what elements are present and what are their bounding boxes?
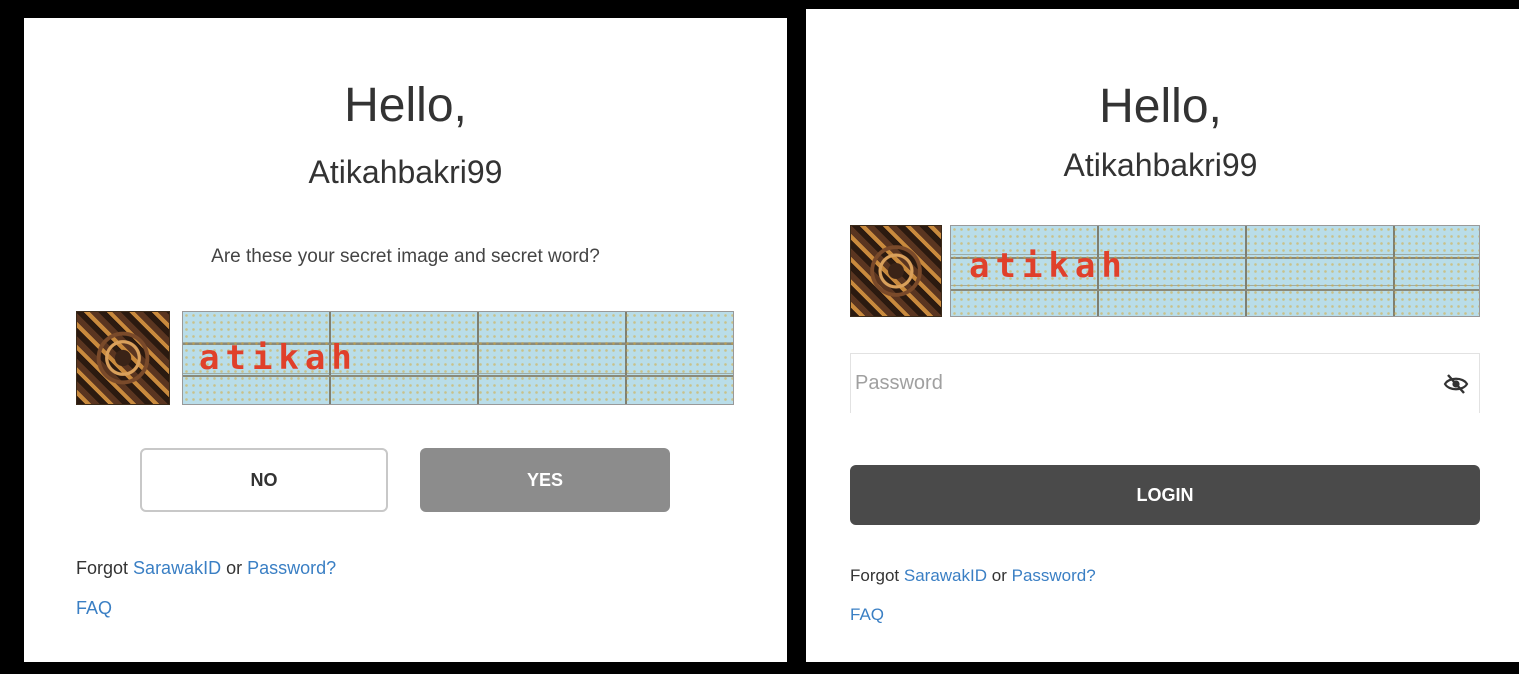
forgot-links: Forgot SarawakID or Password? [850, 566, 1096, 586]
forgot-or: or [226, 558, 243, 578]
yes-button[interactable]: YES [420, 448, 670, 512]
faq-link[interactable]: FAQ [850, 605, 884, 625]
no-button[interactable]: NO [140, 448, 388, 512]
forgot-password-link[interactable]: Password? [1012, 566, 1096, 585]
password-input[interactable] [851, 354, 1441, 413]
forgot-password-link[interactable]: Password? [247, 558, 336, 578]
secret-word-text: atikah [199, 338, 358, 378]
secret-image [850, 225, 942, 317]
username-label: Atikahbakri99 [308, 154, 503, 190]
greeting-heading: Hello, [344, 79, 467, 132]
secret-word-text: atikah [969, 246, 1128, 286]
forgot-links: Forgot SarawakID or Password? [76, 558, 336, 579]
secret-word-image: atikah [950, 225, 1480, 317]
password-login-panel: Hello, Atikahbakri99 atikah LOGIN Forgot… [806, 9, 1519, 662]
secret-word-image: atikah [182, 311, 734, 405]
password-field[interactable] [850, 353, 1480, 413]
eye-slash-icon[interactable] [1441, 369, 1471, 399]
forgot-sarawakid-link[interactable]: SarawakID [133, 558, 221, 578]
login-button[interactable]: LOGIN [850, 465, 1480, 525]
forgot-prefix: Forgot [850, 566, 900, 585]
greeting-heading: Hello, [1099, 80, 1222, 133]
faq-link[interactable]: FAQ [76, 598, 112, 619]
username-label: Atikahbakri99 [1063, 147, 1258, 183]
secret-question: Are these your secret image and secret w… [211, 246, 600, 267]
forgot-or: or [991, 566, 1007, 585]
forgot-sarawakid-link[interactable]: SarawakID [904, 566, 987, 585]
forgot-prefix: Forgot [76, 558, 129, 578]
secret-image [76, 311, 170, 405]
secret-confirm-panel: Hello, Atikahbakri99 Are these your secr… [24, 18, 787, 662]
